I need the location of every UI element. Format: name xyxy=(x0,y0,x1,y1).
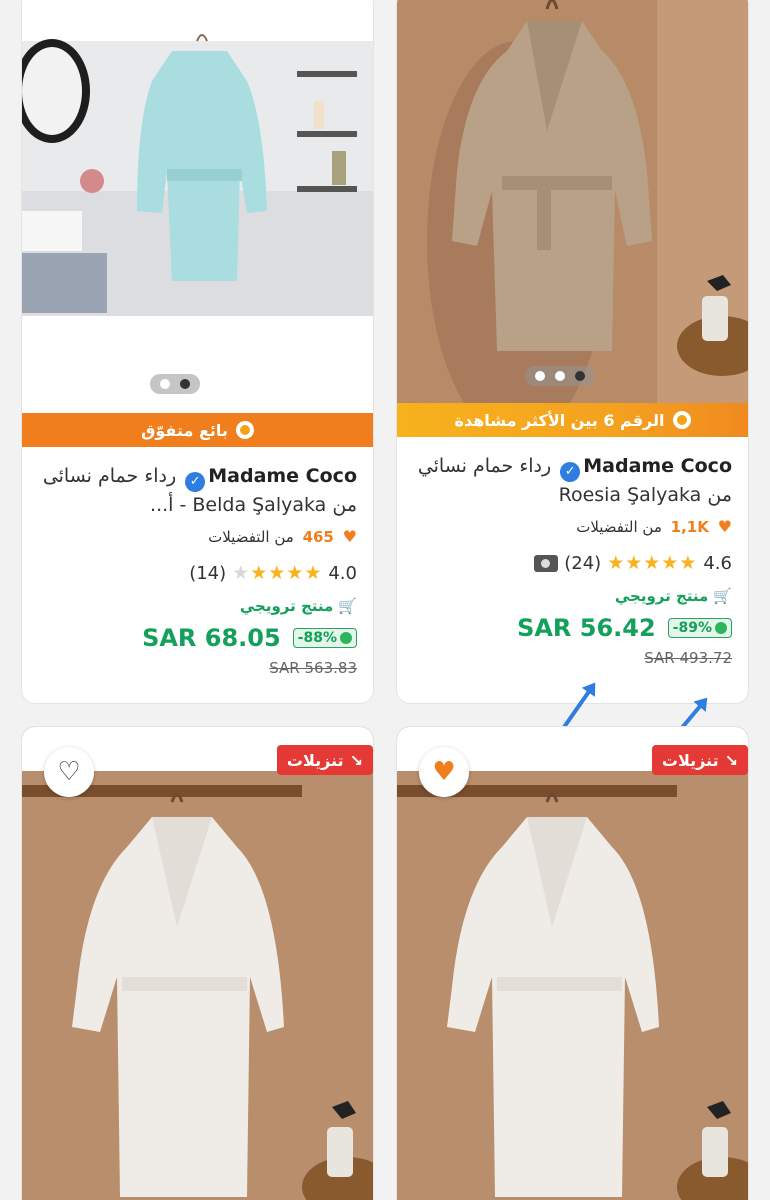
favorites-row: ♥ 465 من التفضيلات xyxy=(38,527,357,549)
brand-name: Madame Coco xyxy=(583,455,732,477)
wishlist-heart-icon[interactable]: ♥ xyxy=(419,747,469,797)
camera-icon xyxy=(534,554,559,572)
heart-icon: ♥ xyxy=(717,517,732,536)
promo-text: منتج ترويجي xyxy=(239,597,334,615)
banner-label: الرقم 6 بين الأكثر مشاهدة xyxy=(454,410,665,430)
rating-row[interactable]: 4.6 ★★★★★ (24) xyxy=(413,551,732,575)
product-card[interactable]: بائع متفوّق Madame Coco✓ رداء حمام نسائى… xyxy=(21,0,374,704)
sale-badge: ↘ تنزيلات xyxy=(276,745,373,775)
rating-value: 4.6 xyxy=(703,552,732,574)
favorites-count: 465 xyxy=(302,528,334,546)
review-count: (24) xyxy=(564,552,602,574)
product-image[interactable] xyxy=(22,0,373,403)
medal-icon xyxy=(672,411,691,429)
favorites-label: من التفضيلات xyxy=(576,518,662,536)
promo-product-label: 🛒منتج ترويجي xyxy=(413,587,732,607)
verified-icon: ✓ xyxy=(185,472,206,492)
product-card[interactable]: ↘ تنزيلات ♥ xyxy=(396,726,749,1200)
product-info[interactable]: Madame Coco✓ رداء حمام نسائي من Roesia Ş… xyxy=(397,453,748,667)
heart-icon: ♥ xyxy=(342,527,357,546)
top-seller-banner: بائع متفوّق xyxy=(22,413,373,447)
product-title[interactable]: Madame Coco✓ رداء حمام نسائي من Roesia Ş… xyxy=(413,453,732,507)
leaf-icon xyxy=(715,622,727,634)
wishlist-heart-icon[interactable]: ♡ xyxy=(44,747,94,797)
favorites-row: ♥ 1,1K من التفضيلات xyxy=(413,517,732,539)
discount-badge: -88% xyxy=(292,628,357,648)
discount-text: -88% xyxy=(297,630,337,646)
pager-dot-active[interactable] xyxy=(180,379,190,389)
review-count: (14) xyxy=(189,562,227,584)
favorites-label: من التفضيلات xyxy=(208,528,294,546)
promo-text: منتج ترويجي xyxy=(614,587,709,605)
discount-text: -89% xyxy=(672,620,712,636)
rating-row[interactable]: 4.0 ★★★★★ (14) xyxy=(38,561,357,585)
rating-value: 4.0 xyxy=(328,562,357,584)
price-row: -88% SAR 68.05 xyxy=(38,623,357,653)
product-image[interactable] xyxy=(397,727,748,1200)
current-price: SAR 56.42 xyxy=(517,614,656,642)
current-price: SAR 68.05 xyxy=(142,624,281,652)
product-card[interactable]: ↘ تنزيلات ♡ xyxy=(21,726,374,1200)
product-image[interactable] xyxy=(22,727,373,1200)
badge-icon xyxy=(235,421,254,439)
promo-product-label: 🛒منتج ترويجي xyxy=(38,597,357,617)
discount-badge: -89% xyxy=(667,618,732,638)
price-row: -89% SAR 56.42 xyxy=(413,613,732,643)
pager-dot[interactable] xyxy=(535,371,545,381)
original-price: SAR 493.72 xyxy=(644,649,732,667)
banner-label: بائع متفوّق xyxy=(141,420,228,440)
pager-dot[interactable] xyxy=(555,371,565,381)
pager-dot-active[interactable] xyxy=(575,371,585,381)
brand-name: Madame Coco xyxy=(208,465,357,487)
sale-label: تنزيلات xyxy=(661,750,719,770)
leaf-icon xyxy=(340,632,352,644)
sale-label: تنزيلات xyxy=(286,750,344,770)
verified-icon: ✓ xyxy=(560,462,581,482)
product-title[interactable]: Madame Coco✓ رداء حمام نسائى من Belda Şa… xyxy=(38,463,357,517)
image-pager[interactable] xyxy=(150,374,200,394)
trend-icon: ↘ xyxy=(724,750,738,770)
bathrobe-image xyxy=(397,727,748,1200)
cart-icon: 🛒 xyxy=(338,597,357,615)
star-rating: ★★★★★ xyxy=(232,562,323,584)
favorites-count: 1,1K xyxy=(670,518,709,536)
bathrobe-image xyxy=(22,0,373,403)
cart-icon: 🛒 xyxy=(713,587,732,605)
image-pager[interactable] xyxy=(525,366,595,386)
bathrobe-image xyxy=(397,0,748,403)
bathrobe-image xyxy=(22,727,373,1200)
most-viewed-banner: الرقم 6 بين الأكثر مشاهدة xyxy=(397,403,748,437)
star-rating: ★★★★★ xyxy=(607,552,698,574)
sale-badge: ↘ تنزيلات xyxy=(651,745,748,775)
original-price: SAR 563.83 xyxy=(269,659,357,677)
product-image[interactable] xyxy=(397,0,748,403)
product-card[interactable]: الرقم 6 بين الأكثر مشاهدة Madame Coco✓ ر… xyxy=(396,0,749,704)
trend-icon: ↘ xyxy=(349,750,363,770)
product-info[interactable]: Madame Coco✓ رداء حمام نسائى من Belda Şa… xyxy=(22,463,373,677)
pager-dot[interactable] xyxy=(160,379,170,389)
